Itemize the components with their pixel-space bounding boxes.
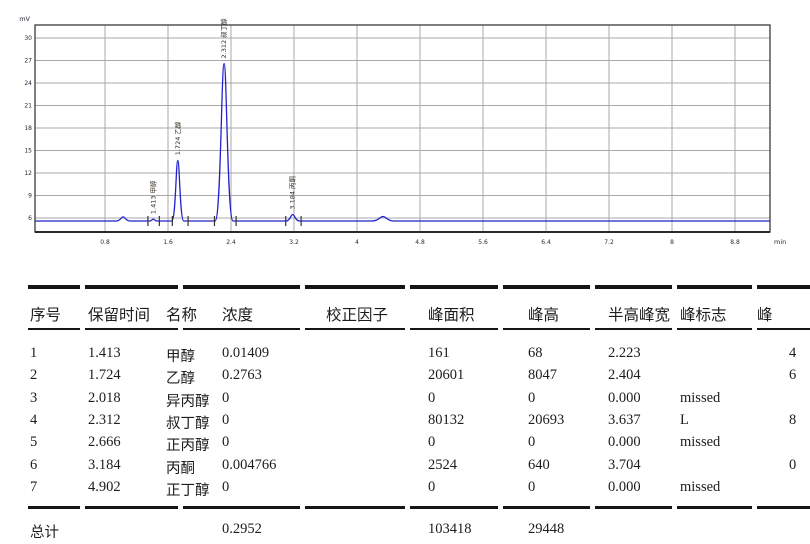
column-header: 浓度 [222, 303, 253, 325]
table-rule-gap [80, 328, 85, 330]
table-cell: 0 [528, 479, 535, 496]
table-rule-gap [405, 285, 410, 289]
table-cell: 2.312 [88, 412, 121, 429]
table-cell: 乙醇 [166, 367, 195, 388]
total-cell: 103418 [428, 521, 472, 538]
table-cell: 0 [528, 434, 535, 451]
column-header: 半高峰宽 [608, 303, 670, 325]
table-cell: 3.704 [608, 457, 641, 474]
table-cell: 2.223 [608, 345, 641, 362]
table-cell: 2.404 [608, 367, 641, 384]
table-rule-gap [672, 285, 677, 289]
table-cell: 0.004766 [222, 457, 276, 474]
column-header: 峰标志 [680, 303, 727, 325]
table-cell: 正丙醇 [166, 434, 210, 455]
table-cell: 丙酮 [166, 457, 195, 478]
table-rule [28, 328, 810, 330]
table-cell: 0 [528, 390, 535, 407]
table-rule-gap [300, 285, 305, 289]
table-cell: missed [680, 479, 720, 496]
table-cell: 0.000 [608, 479, 641, 496]
table-cell: 0 [222, 434, 229, 451]
table-cell: 2524 [428, 457, 457, 474]
table-cell: 0.000 [608, 390, 641, 407]
table-rule-gap [590, 328, 595, 330]
table-cell: 161 [428, 345, 450, 362]
table-cell: 4.902 [88, 479, 121, 496]
table-rule-gap [300, 506, 305, 509]
table-cell: 4 [30, 412, 37, 429]
table-rule-gap [80, 285, 85, 289]
table-cell: 1.413 [88, 345, 121, 362]
table-cell: 4 [789, 345, 796, 362]
table-rule-gap [405, 328, 410, 330]
table-cell: 1.724 [88, 367, 121, 384]
table-cell: 0.2763 [222, 367, 262, 384]
table-cell: L [680, 412, 689, 429]
table-rule-gap [178, 285, 183, 289]
table-cell: 2 [30, 367, 37, 384]
table-cell: missed [680, 434, 720, 451]
column-header: 峰面积 [428, 303, 475, 325]
table-rule-gap [178, 506, 183, 509]
table-cell: 68 [528, 345, 543, 362]
table-cell: 5 [30, 434, 37, 451]
table-cell: 2.018 [88, 390, 121, 407]
table-cell: 1 [30, 345, 37, 362]
table-cell: 0 [222, 390, 229, 407]
table-cell: 0.01409 [222, 345, 269, 362]
table-cell: 叔丁醇 [166, 412, 210, 433]
table-rule-gap [498, 285, 503, 289]
table-rule-gap [590, 506, 595, 509]
table-rule-gap [752, 506, 757, 509]
table-rule-gap [80, 506, 85, 509]
column-header: 峰 [757, 303, 773, 325]
table-cell: 20693 [528, 412, 564, 429]
table-cell: 80132 [428, 412, 464, 429]
column-header: 校正因子 [326, 303, 388, 325]
table-cell: 6 [789, 367, 796, 384]
table-cell: 正丁醇 [166, 479, 210, 500]
table-cell: 640 [528, 457, 550, 474]
table-rule-gap [590, 285, 595, 289]
table-cell: 甲醇 [166, 345, 195, 366]
total-cell: 总计 [30, 521, 59, 542]
table-cell: 8 [789, 412, 796, 429]
table-rule-gap [672, 506, 677, 509]
column-header: 保留时间 [88, 303, 150, 325]
total-cell: 0.2952 [222, 521, 262, 538]
table-cell: 0 [222, 412, 229, 429]
table-rule-gap [300, 328, 305, 330]
table-cell: 0 [428, 434, 435, 451]
table-cell: 3.637 [608, 412, 641, 429]
table-cell: 2.666 [88, 434, 121, 451]
total-cell: 29448 [528, 521, 564, 538]
table-cell: 8047 [528, 367, 557, 384]
table-cell: 0.000 [608, 434, 641, 451]
table-rule-gap [672, 328, 677, 330]
column-header: 名称 [166, 303, 197, 325]
table-cell: 异丙醇 [166, 390, 210, 411]
table-cell: 3.184 [88, 457, 121, 474]
table-cell: 0 [222, 479, 229, 496]
table-cell: 20601 [428, 367, 464, 384]
table-rule-gap [498, 506, 503, 509]
peak-results-table: 序号 保留时间名称 浓度 校正因子 峰面积 峰高 半高峰宽峰标志 峰 1 1.413 甲醇 0.014… [0, 0, 810, 544]
table-cell: 0 [428, 479, 435, 496]
table-rule-gap [498, 328, 503, 330]
table-cell: 6 [30, 457, 37, 474]
table-cell: 0 [428, 390, 435, 407]
table-rule-gap [752, 328, 757, 330]
table-cell: 3 [30, 390, 37, 407]
table-rule-gap [405, 506, 410, 509]
table-rule-gap [752, 285, 757, 289]
table-rule-gap [178, 328, 183, 330]
column-header: 序号 [30, 303, 61, 325]
table-cell: 0 [789, 457, 796, 474]
table-rule [28, 285, 810, 289]
table-cell: missed [680, 390, 720, 407]
table-rule [28, 506, 810, 509]
column-header: 峰高 [528, 303, 559, 325]
table-cell: 7 [30, 479, 37, 496]
